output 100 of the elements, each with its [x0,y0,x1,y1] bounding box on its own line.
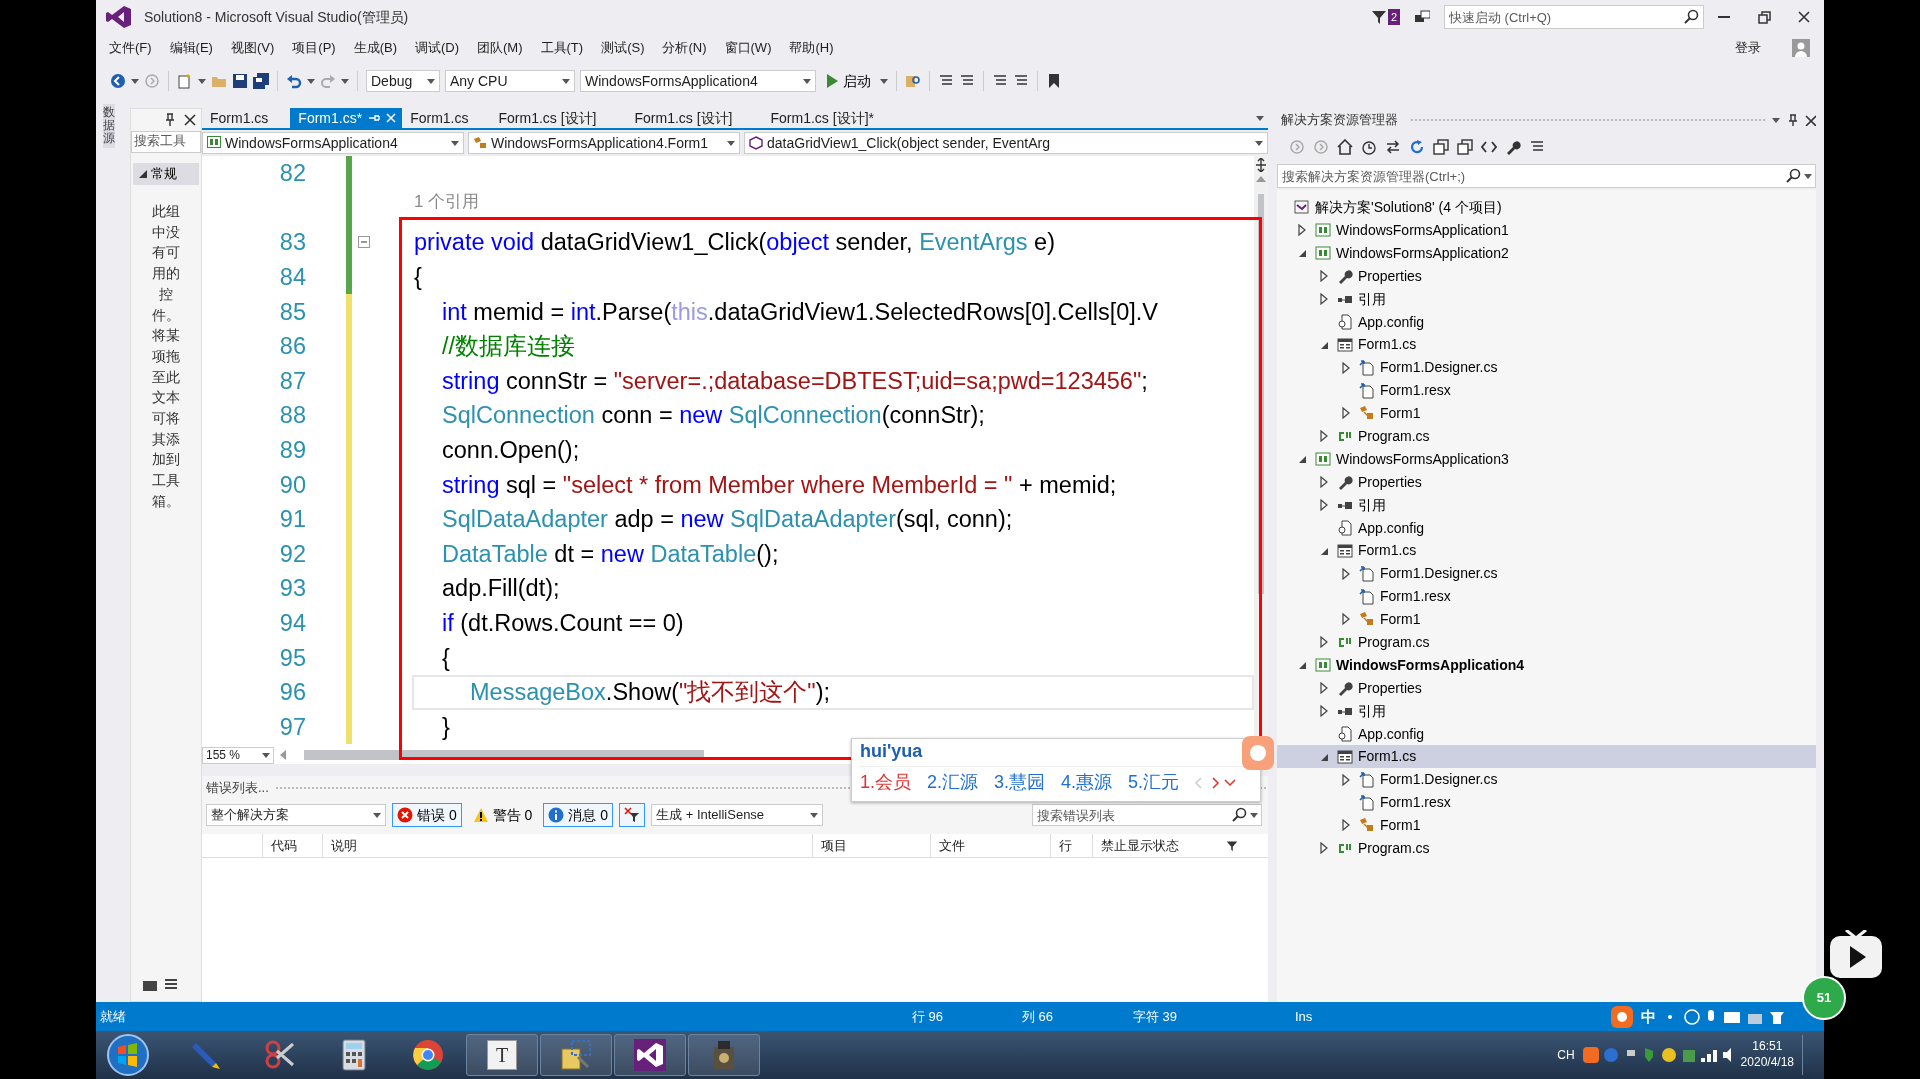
home-icon[interactable] [1337,139,1353,155]
expander-icon[interactable] [1341,407,1351,420]
save-all-icon[interactable] [253,73,269,89]
list-tab-icon[interactable] [165,979,177,991]
error-filter-button[interactable]: 错误 0 [392,803,462,827]
menu-item[interactable]: 窗口(W) [715,38,781,58]
ime-candidate[interactable]: 5.汇元 [1128,772,1180,794]
tree-item[interactable]: App.config [1277,722,1816,746]
navigation-dropdown[interactable]: dataGridView1_Click(object sender, EventArg [744,132,1268,154]
tray-icons-drawing[interactable] [1582,1046,1733,1064]
menu-item[interactable]: 帮助(H) [780,38,843,58]
tree-item[interactable]: Form1 [1277,814,1816,837]
ime-mode-indicator[interactable]: 中 [1641,1007,1656,1026]
collapse-icon[interactable] [358,236,370,249]
menu-item[interactable]: 团队(M) [468,38,532,58]
clock-date[interactable]: 2020/4/18 [1740,1055,1794,1071]
tree-item[interactable]: Form1.Designer.cs [1277,356,1816,380]
code-line[interactable]: if (dt.Rows.Count == 0) [414,608,684,638]
code-line[interactable]: //数据库连接 [414,332,576,361]
tree-item[interactable]: Program.cs [1277,424,1816,448]
tree-item[interactable]: Form1.cs [1277,539,1816,563]
column-header[interactable]: 文件 [939,837,965,854]
document-tab[interactable]: Form1.cs* [290,108,403,128]
pin-icon[interactable] [163,113,177,127]
taskbar-app-button[interactable]: T [466,1034,538,1076]
expander-icon[interactable] [1319,499,1329,511]
column-header[interactable]: 项目 [821,837,847,854]
new-project-icon[interactable] [177,73,193,89]
copy-icon[interactable] [1457,139,1473,155]
ime-candidate[interactable]: 2.汇源 [927,772,979,794]
column-header[interactable]: 行 [1059,837,1072,854]
tree-item[interactable]: WindowsFormsApplication1 [1277,218,1816,242]
zoom-dropdown[interactable]: 155 % [202,746,274,764]
navigation-dropdown[interactable]: WindowsFormsApplication4 [202,132,464,154]
code-line[interactable]: { [414,643,450,672]
close-icon[interactable] [1804,114,1816,126]
expander-icon[interactable] [1319,842,1329,855]
history-icon[interactable] [1361,139,1377,155]
reference-count-link[interactable]: 1 个引用 [414,192,480,210]
configuration-dropdown[interactable]: Debug [366,70,440,92]
find-icon[interactable] [905,73,921,89]
taskbar-app-button[interactable] [614,1034,686,1076]
quick-launch-field[interactable]: 快速启动 (Ctrl+Q) [1444,5,1704,29]
source-dropdown[interactable]: 生成 + IntelliSense [651,804,824,826]
error-search-field[interactable]: 搜索错误列表 [1032,804,1262,826]
pin-icon[interactable] [1786,114,1798,126]
clock-time[interactable]: 16:51 [1740,1039,1794,1055]
code-line[interactable]: conn.Open(); [414,435,580,465]
menu-item[interactable]: 调试(D) [406,38,469,58]
sign-in-link[interactable]: 登录 [1726,38,1770,58]
menu-item[interactable]: 编辑(E) [160,38,222,58]
solution-search-field[interactable]: 搜索解决方案资源管理器(Ctrl+;) [1277,164,1816,188]
tree-item[interactable]: Form1.Designer.cs [1277,562,1816,586]
tree-item[interactable]: Form1.cs [1277,333,1816,357]
close-icon[interactable] [183,113,197,127]
code-line[interactable]: { [414,263,422,292]
expander-icon[interactable] [1319,430,1329,443]
menu-item[interactable]: 视图(V) [221,38,284,58]
code-line[interactable]: SqlConnection conn = new SqlConnection(connStr); [414,401,985,430]
wrench-icon[interactable] [1505,139,1521,155]
message-filter-button[interactable]: 消息 0 [543,803,614,827]
code-line[interactable]: string sql = "select * from Member where MemberId = " + memid; [414,470,1117,499]
expander-icon[interactable] [1341,613,1351,626]
expander-icon[interactable] [1319,705,1329,718]
tree-item[interactable]: Form1 [1277,608,1816,631]
menu-item[interactable]: 测试(S) [592,38,654,58]
tree-item[interactable]: 引用 [1277,493,1816,517]
undo-icon[interactable] [286,73,302,89]
tree-item[interactable]: 引用 [1277,287,1816,311]
expander-icon[interactable] [1341,567,1351,580]
menu-item[interactable]: 生成(B) [344,38,406,58]
navigation-dropdown[interactable]: WindowsFormsApplication4.Form1 [468,132,740,154]
tree-item[interactable]: Form1.resx [1277,791,1816,815]
language-indicator[interactable]: CH [1557,1047,1575,1063]
tree-item[interactable]: Properties [1277,264,1816,288]
code-line[interactable]: int memid = int.Parse(this.dataGridView1.SelectedRows[0].Cells[0].V [414,297,1159,326]
expander-icon[interactable] [1319,682,1329,695]
menu-item[interactable]: 工具(T) [531,38,593,58]
expander-icon[interactable] [1341,819,1351,832]
platform-dropdown[interactable]: Any CPU [445,70,575,92]
code-line[interactable]: MessageBox.Show("找不到这个"); [414,678,831,707]
ime-candidate[interactable]: 1.会员 [860,772,911,794]
expander-icon[interactable] [1341,361,1351,374]
document-tab[interactable]: Form1.cs [202,108,291,128]
sync-icon[interactable] [1385,139,1401,155]
code-icon[interactable] [1481,139,1497,155]
side-tab[interactable]: 数据源 [103,104,115,148]
tree-item[interactable]: 解决方案'Solution8' (4 个项目) [1277,196,1816,219]
toolbox-tab-icon[interactable] [143,979,157,991]
code-line[interactable]: private void dataGridView1_Click(object sender, EventArgs e) [414,228,1055,257]
toolbox-search-field[interactable]: 搜索工具 [131,131,201,153]
tree-item[interactable]: WindowsFormsApplication4 [1277,653,1816,677]
taskbar-app-button[interactable] [688,1034,760,1076]
pin-icon[interactable] [368,112,381,124]
menu-item[interactable]: 文件(F) [100,38,161,58]
document-tab[interactable]: Form1.cs [设计] [626,108,763,128]
notification-count[interactable]: 2 [1387,9,1400,25]
code-line[interactable]: adp.Fill(dt); [414,574,560,603]
filter-icon[interactable] [1370,9,1387,25]
expander-icon[interactable] [1319,270,1329,283]
